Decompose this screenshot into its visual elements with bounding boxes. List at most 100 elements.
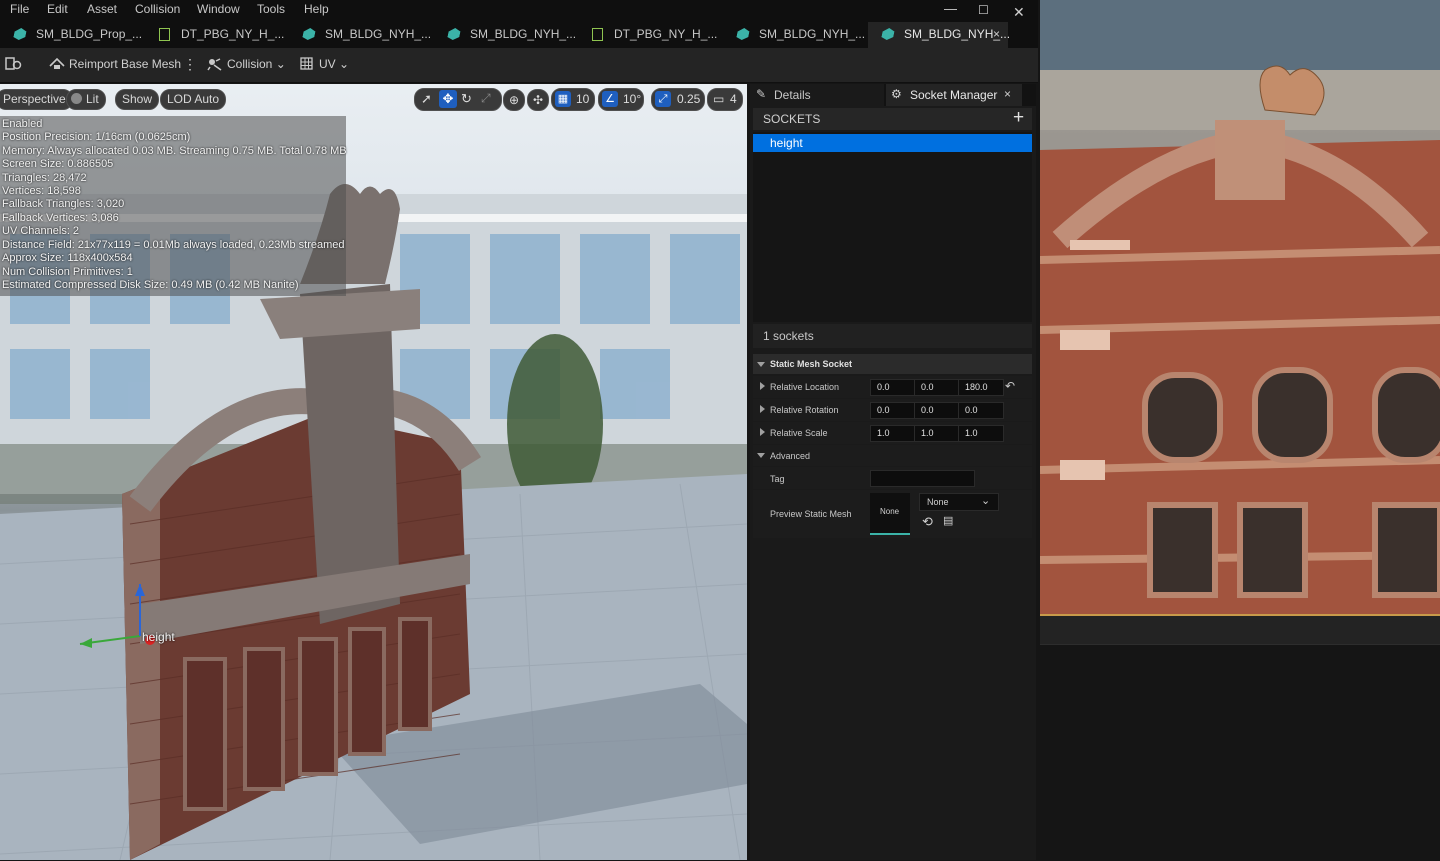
scale-y-field[interactable]: 1.0 [914,425,960,442]
socket-list-item[interactable]: height [753,134,1032,152]
data-table-icon [159,28,170,41]
menu-help[interactable]: Help [304,2,329,16]
rotation-snap-value: 10° [623,92,642,106]
close-window-button[interactable]: ✕ [1013,4,1025,21]
location-z-field[interactable]: 180.0 [958,379,1004,396]
browse-asset-icon[interactable]: ▤ [943,514,953,527]
uv-label: UV [319,57,336,71]
menu-collision[interactable]: Collision [135,2,180,16]
relative-location-row: Relative Location 0.0 0.0 180.0 ↶ [753,376,1032,398]
scale-snap-icon: ⤢ [655,91,671,107]
menu-bar: File Edit Asset Collision Window Tools H… [0,0,1038,22]
chevron-down-icon: ⌄ [339,57,350,71]
menu-asset[interactable]: Asset [87,2,117,16]
sockets-header: SOCKETS + [753,107,1032,130]
add-socket-icon[interactable]: + [1013,107,1024,129]
collapse-arrow-icon [757,453,765,458]
perspective-button[interactable]: Perspective [0,89,73,110]
socket-manager-icon: ⚙ [891,87,902,101]
pencil-icon: ✎ [756,87,767,101]
menu-edit[interactable]: Edit [47,2,68,16]
menu-file[interactable]: File [10,2,29,16]
scale-snap-toggle[interactable]: ⤢ 0.25 [651,88,705,111]
tab-label: SM_BLDG_NYH_... [470,27,577,41]
maximize-button[interactable]: ☐ [978,3,989,17]
expand-arrow-icon[interactable] [760,428,765,436]
rotate-tool-icon[interactable]: ↻ [461,91,472,107]
scale-x-field[interactable]: 1.0 [870,425,916,442]
lit-label: Lit [86,92,99,106]
move-tool-icon[interactable]: ✥ [439,90,457,108]
uv-dropdown[interactable]: UV ⌄ [300,57,349,71]
socket-height-label: height [142,630,175,644]
close-tab-icon[interactable]: × [1004,87,1011,101]
more-options-icon[interactable]: ⋮ [183,56,197,73]
minimize-button[interactable]: — [944,1,957,16]
stat-line: Num Collision Primitives: 1 [2,266,133,278]
tab-sm-bldg-nyh-2[interactable]: SM_BLDG_NYH_... [434,22,577,48]
tab-dt-pbg-1[interactable]: DT_PBG_NY_H_... [145,22,285,48]
tab-sm-bldg-prop[interactable]: SM_BLDG_Prop_... [0,22,142,48]
expand-arrow-icon[interactable] [760,405,765,413]
preview-static-mesh-label: Preview Static Mesh [770,509,852,519]
mesh-viewport[interactable]: height Enabled Position Precision: 1/16c… [0,84,747,860]
stat-line: Memory: Always allocated 0.03 MB. Stream… [2,145,347,157]
expand-arrow-icon[interactable] [760,382,765,390]
preview-mesh-dropdown[interactable]: None ⌄ [919,493,999,511]
tab-close-icon[interactable]: × [993,27,1000,41]
rotation-z-field[interactable]: 0.0 [958,402,1004,419]
tab-label: DT_PBG_NY_H_... [181,27,285,41]
tag-input[interactable] [870,470,975,487]
collision-label: Collision [227,57,273,71]
show-button[interactable]: Show [115,89,160,110]
scale-z-field[interactable]: 1.0 [958,425,1004,442]
tab-dt-pbg-2[interactable]: DT_PBG_NY_H_... [578,22,718,48]
relative-scale-row: Relative Scale 1.0 1.0 1.0 [753,422,1032,444]
camera-speed-value: 4 [730,92,737,106]
tab-label: SM_BLDG_NYH_... [759,27,866,41]
grid-snap-toggle[interactable]: ▦ 10 [551,88,595,111]
tag-row: Tag [753,467,1032,489]
coordinate-space-icon[interactable]: ⊕ [503,89,525,111]
tab-socket-manager-label: Socket Manager [910,88,998,102]
static-mesh-icon [302,28,317,40]
menu-tools[interactable]: Tools [257,2,285,16]
location-x-field[interactable]: 0.0 [870,379,916,396]
grid-snap-value: 10 [576,92,590,106]
location-y-field[interactable]: 0.0 [914,379,960,396]
socket-list: height [753,132,1032,322]
rotation-y-field[interactable]: 0.0 [914,402,960,419]
menu-window[interactable]: Window [197,2,240,16]
section-title: Static Mesh Socket [770,359,853,369]
reset-to-default-icon[interactable]: ↶ [1005,379,1015,393]
asset-preview-image [1040,0,1440,614]
lit-button[interactable]: Lit [66,89,106,110]
surface-snap-icon[interactable]: ✣ [527,89,549,111]
lod-auto-button[interactable]: LOD Auto [160,89,227,110]
reimport-base-mesh-button[interactable]: Reimport Base Mesh [49,57,181,71]
rotation-x-field[interactable]: 0.0 [870,402,916,419]
tab-details[interactable]: ✎ Details [750,84,884,106]
reimport-label: Reimport Base Mesh [69,57,182,71]
static-mesh-icon [447,28,462,40]
tab-sm-bldg-nyh-active[interactable]: SM_BLDG_NYH_... × [868,22,1010,48]
reimport-icon [49,57,65,69]
sockets-header-label: SOCKETS [763,112,821,126]
use-selected-icon[interactable]: ⟲ [922,514,933,530]
camera-speed-button[interactable]: ▭ 4 [707,88,743,111]
tab-sm-bldg-nyh-1[interactable]: SM_BLDG_NYH_... [289,22,431,48]
scale-tool-icon[interactable]: ⤢ [481,91,491,106]
tab-sm-bldg-nyh-3[interactable]: SM_BLDG_NYH_... [723,22,866,48]
tab-socket-manager[interactable]: ⚙ Socket Manager × [886,84,1022,106]
static-mesh-socket-section[interactable]: Static Mesh Socket [753,354,1032,374]
select-tool-icon[interactable]: ➚ [421,91,432,107]
editor-toolbar: Reimport Base Mesh ⋮ Collision ⌄ UV ⌄ [0,48,1038,83]
advanced-row[interactable]: Advanced [753,445,1032,466]
data-table-icon [592,28,603,41]
browse-asset-icon[interactable] [5,56,23,75]
rotation-snap-toggle[interactable]: ∠ 10° [598,88,644,111]
scale-snap-value: 0.25 [677,92,701,106]
collision-dropdown[interactable]: Collision ⌄ [207,57,286,71]
preview-mesh-thumbnail[interactable]: None [870,493,910,535]
stat-line: Position Precision: 1/16cm (0.0625cm) [2,131,191,143]
